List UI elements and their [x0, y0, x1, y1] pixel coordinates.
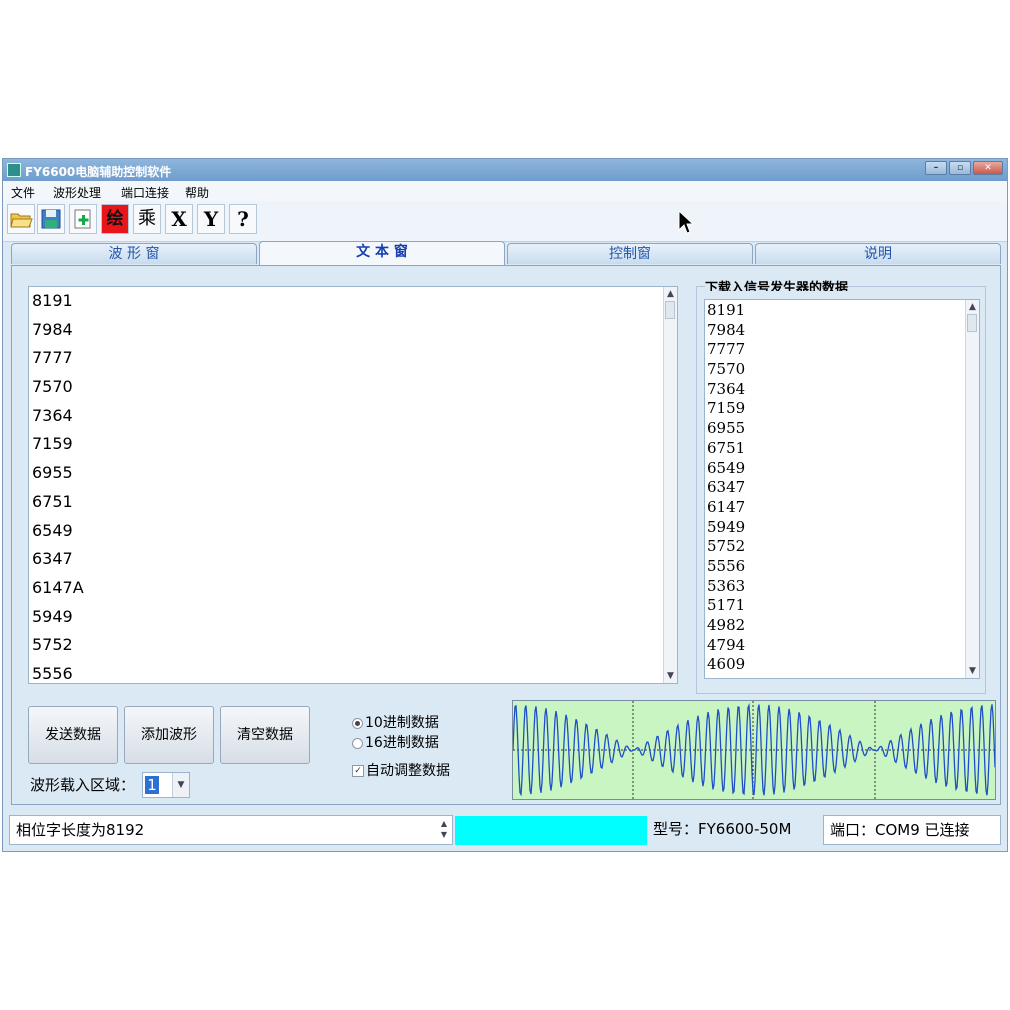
minimize-button[interactable]: – — [925, 161, 947, 175]
main-window: FY6600电脑辅助控制软件 – ▫ ✕ 文件 波形处理 端口连接 帮助 绘 乘… — [2, 158, 1008, 852]
app-icon — [7, 163, 21, 177]
menu-wave-processing[interactable]: 波形处理 — [53, 184, 101, 201]
tab-strip: 波 形 窗 文 本 窗 控制窗 说明 — [11, 241, 1001, 265]
progress-indicator — [455, 816, 647, 845]
data-line: 6347 — [32, 549, 73, 569]
tab-description[interactable]: 说明 — [755, 243, 1001, 264]
download-value-line: 6347 — [707, 478, 746, 497]
add-document-icon[interactable] — [69, 204, 97, 234]
auto-adjust-checkbox[interactable]: ✓ 自动调整数据 — [352, 760, 450, 780]
download-value-line: 7159 — [707, 399, 746, 418]
chevron-down-icon[interactable]: ▼ — [172, 773, 189, 797]
data-line: 5949 — [32, 606, 73, 626]
scroll-thumb[interactable] — [967, 314, 977, 332]
scroll-thumb[interactable] — [665, 301, 675, 319]
load-area-value: 1 — [145, 776, 159, 794]
download-value-line: 7570 — [707, 360, 746, 379]
phase-length-field[interactable]: 相位字长度为8192 ▲ ▼ — [9, 815, 453, 845]
data-line: 7777 — [32, 348, 73, 368]
open-folder-icon[interactable] — [7, 204, 35, 234]
download-value-line: 5556 — [707, 556, 746, 575]
waveform-plot — [512, 701, 996, 799]
x-axis-icon[interactable]: X — [165, 204, 193, 234]
port-status-label: 端口：COM9 已连接 — [823, 815, 1001, 845]
scroll-down-icon[interactable]: ▼ — [664, 669, 677, 683]
multiply-icon[interactable]: 乘 — [133, 204, 161, 234]
download-value-line: 7364 — [707, 379, 746, 398]
data-line: 6549 — [32, 520, 73, 540]
maximize-button[interactable]: ▫ — [949, 161, 971, 175]
toolbar: 绘 乘 X Y ? — [3, 201, 1007, 242]
send-data-button[interactable]: 发送数据 — [28, 706, 118, 764]
data-line: 8191 — [32, 291, 73, 310]
data-line: 5556 — [32, 663, 73, 683]
mouse-cursor-icon — [678, 210, 694, 234]
clear-data-button[interactable]: 清空数据 — [220, 706, 310, 764]
scroll-down-icon[interactable]: ▼ — [966, 664, 979, 678]
download-value-line: 7777 — [707, 340, 746, 359]
download-value-line: 6955 — [707, 419, 746, 438]
download-value-line: 5363 — [707, 576, 746, 595]
download-value-line: 6751 — [707, 438, 746, 457]
draw-icon[interactable]: 绘 — [101, 204, 129, 234]
download-value-line: 6147 — [707, 497, 746, 516]
close-button[interactable]: ✕ — [973, 161, 1003, 175]
tab-waveform[interactable]: 波 形 窗 — [11, 243, 257, 264]
check-icon: ✓ — [352, 765, 364, 777]
phase-length-text: 相位字长度为8192 — [16, 821, 145, 839]
text-area-scrollbar[interactable]: ▲ ▼ — [663, 287, 677, 683]
download-data-group: 下载入信号发生器的数据 8191 7984 7777 7570 7364 7159 6955… — [696, 277, 986, 694]
waveform-preview — [512, 700, 996, 800]
save-disk-icon[interactable] — [37, 204, 65, 234]
add-wave-button[interactable]: 添加波形 — [124, 706, 214, 764]
data-line: 6751 — [32, 491, 73, 511]
menu-help[interactable]: 帮助 — [185, 184, 209, 201]
data-line: 5752 — [32, 635, 73, 655]
download-list-scrollbar[interactable]: ▲ ▼ — [965, 300, 979, 678]
radio-hex[interactable]: 16进制数据 — [352, 732, 439, 752]
download-value-line: 5949 — [707, 517, 746, 536]
title-bar[interactable]: FY6600电脑辅助控制软件 – ▫ ✕ — [3, 159, 1007, 181]
download-value-line: 7984 — [707, 320, 746, 339]
radio-hex-label: 16进制数据 — [365, 735, 439, 751]
help-icon[interactable]: ? — [229, 204, 257, 234]
data-line: 6955 — [32, 463, 73, 483]
data-line: 7984 — [32, 319, 73, 339]
download-value-line: 4982 — [707, 616, 746, 634]
menu-file[interactable]: 文件 — [11, 184, 35, 201]
tab-control[interactable]: 控制窗 — [507, 243, 753, 264]
menu-port-connection[interactable]: 端口连接 — [121, 184, 169, 201]
radio-dot-icon — [352, 717, 363, 729]
download-data-list[interactable]: 8191 7984 7777 7570 7364 7159 6955 6751 6549 6347… — [704, 299, 980, 679]
auto-adjust-label: 自动调整数据 — [366, 763, 450, 779]
radio-decimal[interactable]: 10进制数据 — [352, 712, 439, 732]
download-value-line: 6549 — [707, 458, 746, 477]
data-line: 7570 — [32, 377, 73, 397]
scroll-up-icon[interactable]: ▲ — [966, 300, 979, 314]
download-value-line: 5171 — [707, 596, 746, 615]
radio-dot-icon — [352, 737, 363, 749]
model-label: 型号：FY6600-50M — [653, 820, 792, 838]
data-line: 7364 — [32, 405, 73, 425]
window-title: FY6600电脑辅助控制软件 — [25, 165, 172, 179]
spinner-arrows-icon[interactable]: ▲ ▼ — [438, 818, 450, 842]
download-data-title: 下载入信号发生器的数据 — [705, 277, 849, 291]
scroll-up-icon[interactable]: ▲ — [664, 287, 677, 301]
text-window-panel: 8191 7984 7777 7570 7364 7159 6955 6751 6549 6347… — [11, 265, 1001, 805]
status-bar: 相位字长度为8192 ▲ ▼ 型号：FY6600-50M 端口：COM9 已连接 — [3, 811, 1007, 851]
download-value-line: 8191 — [707, 301, 746, 319]
data-line: 7159 — [32, 434, 73, 454]
download-value-line: 4794 — [707, 635, 746, 654]
tab-text[interactable]: 文 本 窗 — [259, 241, 505, 265]
menu-bar: 文件 波形处理 端口连接 帮助 — [3, 181, 1007, 201]
data-text-area[interactable]: 8191 7984 7777 7570 7364 7159 6955 6751 6549 6347… — [28, 286, 678, 684]
y-axis-icon[interactable]: Y — [197, 204, 225, 234]
radio-decimal-label: 10进制数据 — [365, 715, 439, 731]
load-area-label: 波形载入区域： — [30, 776, 136, 794]
download-value-line: 4609 — [707, 655, 746, 674]
data-line: 6147A — [32, 577, 84, 597]
load-area-select[interactable]: 1 ▼ — [142, 772, 190, 798]
download-value-line: 5752 — [707, 537, 746, 556]
